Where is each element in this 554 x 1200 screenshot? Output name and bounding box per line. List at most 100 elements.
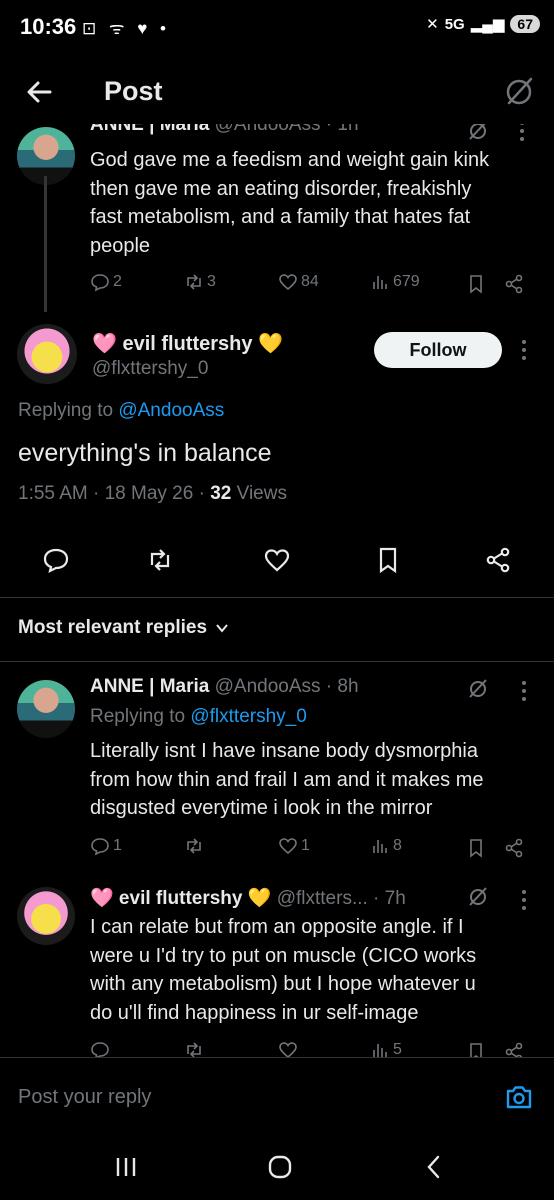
repost-button[interactable] (184, 836, 207, 856)
share-icon[interactable] (504, 1042, 524, 1057)
heart-icon (279, 838, 297, 855)
divider (0, 597, 554, 598)
text-line: people (90, 234, 151, 257)
repost-count: 3 (207, 273, 216, 290)
reply-text: I can relate but from an opposite angle.… (90, 913, 476, 1027)
replying-handle-link[interactable]: @AndooAss (118, 400, 224, 421)
text-line: Literally isnt I have insane body dysmor… (90, 740, 478, 762)
share-icon[interactable] (504, 274, 524, 294)
replying-to: Replying to @AndooAss (18, 400, 224, 422)
avatar[interactable] (17, 324, 77, 384)
reply-handle-time: @flxtters... · 7h (276, 888, 406, 909)
share-icon[interactable] (504, 838, 524, 858)
reply-actions: 5 (90, 1040, 530, 1057)
more-options-icon[interactable] (521, 889, 527, 911)
meta-views-label[interactable]: Views (231, 483, 287, 504)
repost-icon[interactable] (146, 546, 174, 574)
reply-button[interactable] (90, 1040, 110, 1057)
status-right: ✕ 5G ▂▄▆ 67 (426, 15, 540, 33)
home-icon[interactable] (266, 1153, 294, 1181)
meta-time: 1:55 AM · 18 May 26 · (18, 483, 211, 504)
repost-icon (187, 274, 201, 290)
heart-icon (279, 1042, 297, 1057)
replying-handle-link[interactable]: @flxttershy_0 (190, 706, 306, 727)
bookmark-icon[interactable] (466, 838, 486, 858)
avatar[interactable] (17, 680, 75, 738)
reply-composer[interactable]: Post your reply (0, 1057, 554, 1137)
mute-icon: ✕ (426, 16, 439, 33)
grok-icon[interactable] (466, 124, 490, 142)
replying-to: Replying to @flxttershy_0 (90, 706, 307, 728)
text-line: disgusted everytime i look in the mirror (90, 797, 433, 819)
signal-icon: ▂▄▆ (470, 16, 505, 33)
like-button[interactable] (278, 1040, 298, 1057)
text-line: with any metabolism) but I hope whatever… (90, 973, 476, 995)
bookmark-icon[interactable] (374, 546, 402, 574)
parent-tweet[interactable]: ANNE | Maria @AndooAss · 1h God gave me … (0, 124, 554, 310)
views-button[interactable]: 5 (370, 1040, 402, 1057)
main-tweet-text: everything's in balance (18, 439, 272, 467)
heart-icon[interactable] (263, 546, 291, 574)
avatar[interactable] (17, 887, 75, 945)
recent-apps-icon[interactable] (112, 1153, 140, 1181)
reply-author[interactable]: 🩷 evil fluttershy 💛 @flxtters... · 7h (90, 886, 406, 910)
battery-icon: 67 (510, 15, 540, 33)
parent-text: God gave me a feedism and weight gain ki… (90, 146, 489, 260)
reply-author[interactable]: ANNE | Maria @AndooAss · 8h (90, 676, 359, 698)
replying-prefix: Replying to (18, 400, 119, 421)
parent-actions: 2 3 84 679 (90, 272, 530, 298)
views-button[interactable]: 8 (370, 836, 402, 856)
views-count: 8 (393, 837, 402, 854)
reply-button[interactable]: 1 (90, 836, 122, 856)
camera-icon[interactable] (504, 1082, 534, 1112)
views-button[interactable]: 679 (370, 272, 420, 292)
main-display-name[interactable]: 🩷 evil fluttershy 💛 (92, 331, 283, 356)
reply-handle-time: @AndooAss · 8h (214, 676, 359, 697)
views-icon (373, 276, 387, 289)
back-arrow-icon[interactable] (20, 72, 60, 112)
tweet-meta: 1:55 AM · 18 May 26 · 32 Views (18, 483, 287, 505)
network-label: 5G (444, 15, 465, 33)
top-header: Post (0, 58, 554, 124)
grok-icon[interactable] (466, 676, 490, 700)
reply-input[interactable]: Post your reply (18, 1086, 151, 1109)
bookmark-icon[interactable] (466, 1042, 486, 1057)
like-button[interactable]: 84 (278, 272, 319, 292)
views-icon (373, 1044, 387, 1057)
repost-icon (187, 1042, 201, 1057)
reply-actions: 1 1 8 (90, 836, 530, 862)
system-nav-bar (0, 1137, 554, 1200)
more-options-icon[interactable] (519, 124, 525, 142)
meta-views-count: 32 (210, 483, 232, 504)
main-handle[interactable]: @flxttershy_0 (92, 358, 208, 380)
repost-icon (187, 838, 201, 854)
views-icon (373, 840, 387, 853)
follow-button[interactable]: Follow (374, 332, 502, 368)
sort-replies-dropdown[interactable]: Most relevant replies (18, 617, 229, 639)
text-line: fast metabolism, and a family that hates… (90, 206, 471, 228)
more-options-icon[interactable] (521, 680, 527, 702)
reply-icon (91, 838, 109, 856)
reply-icon (91, 1042, 109, 1057)
grok-icon[interactable] (466, 884, 490, 908)
bookmark-icon[interactable] (466, 274, 486, 294)
share-icon[interactable] (484, 546, 512, 574)
reply-count: 2 (113, 273, 122, 290)
like-count: 1 (301, 837, 310, 854)
parent-author[interactable]: ANNE | Maria @AndooAss · 1h (90, 124, 359, 136)
repost-button[interactable]: 3 (184, 272, 216, 292)
reply-icon[interactable] (42, 546, 70, 574)
text-line: were u I'd try to put on muscle (CICO wo… (90, 944, 477, 967)
back-icon[interactable] (420, 1153, 448, 1181)
reply-button[interactable]: 2 (90, 272, 122, 292)
reply-icon (91, 274, 109, 292)
grok-icon[interactable] (502, 74, 536, 108)
more-options-icon[interactable] (521, 339, 527, 361)
text-line: do u'll find happiness in ur self-image (90, 1001, 419, 1024)
like-button[interactable]: 1 (278, 836, 310, 856)
repost-button[interactable] (184, 1040, 204, 1057)
views-count: 679 (393, 273, 420, 290)
status-time: 10:36 (20, 14, 77, 39)
chevron-down-icon (216, 624, 228, 633)
text-line: from how thin and frail I am and it make… (90, 768, 484, 791)
